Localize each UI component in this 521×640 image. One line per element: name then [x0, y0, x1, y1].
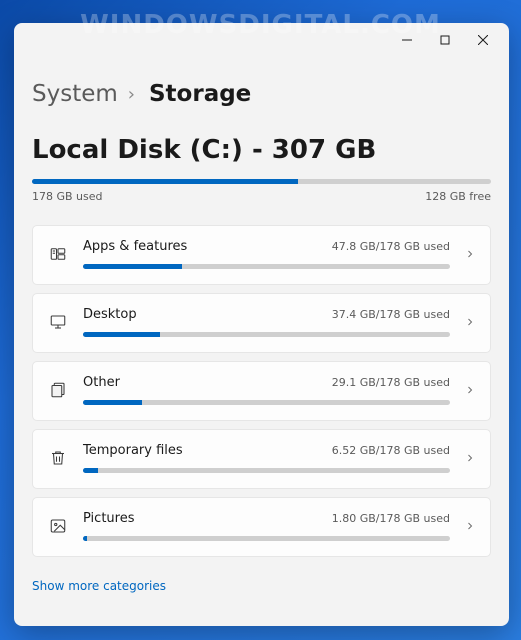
- breadcrumb: System › Storage: [32, 81, 491, 107]
- free-label: 128 GB free: [425, 190, 491, 203]
- category-bar: [83, 536, 450, 541]
- category-usage: 1.80 GB/178 GB used: [332, 512, 450, 525]
- category-bar-fill: [83, 264, 182, 269]
- disk-title: Local Disk (C:) - 307 GB: [32, 135, 491, 165]
- category-card[interactable]: Apps & features 47.8 GB/178 GB used: [32, 225, 491, 285]
- category-usage: 37.4 GB/178 GB used: [332, 308, 450, 321]
- category-bar-fill: [83, 468, 98, 473]
- watermark: WINDOWSDIGITAL.COM: [80, 10, 441, 40]
- category-usage: 29.1 GB/178 GB used: [332, 376, 450, 389]
- used-label: 178 GB used: [32, 190, 103, 203]
- other-icon: [47, 381, 69, 399]
- category-usage: 6.52 GB/178 GB used: [332, 444, 450, 457]
- show-more-categories-link[interactable]: Show more categories: [32, 579, 166, 593]
- overall-usage-bar: [32, 179, 491, 184]
- category-bar: [83, 332, 450, 337]
- category-bar-fill: [83, 400, 142, 405]
- chevron-right-icon: [464, 517, 476, 536]
- category-bar-fill: [83, 536, 87, 541]
- settings-window: System › Storage Local Disk (C:) - 307 G…: [14, 23, 509, 626]
- trash-icon: [47, 449, 69, 467]
- category-name: Temporary files: [83, 443, 183, 458]
- category-card[interactable]: Other 29.1 GB/178 GB used: [32, 361, 491, 421]
- chevron-right-icon: [464, 313, 476, 332]
- picture-icon: [47, 517, 69, 535]
- category-name: Apps & features: [83, 239, 187, 254]
- category-name: Desktop: [83, 307, 137, 322]
- chevron-right-icon: [464, 245, 476, 264]
- category-usage: 47.8 GB/178 GB used: [332, 240, 450, 253]
- category-bar: [83, 400, 450, 405]
- category-bar-fill: [83, 332, 160, 337]
- overall-usage-fill: [32, 179, 298, 184]
- overall-usage-labels: 178 GB used 128 GB free: [32, 190, 491, 203]
- apps-icon: [47, 245, 69, 263]
- chevron-right-icon: [464, 449, 476, 468]
- close-button[interactable]: [475, 32, 491, 48]
- chevron-right-icon: ›: [128, 84, 135, 105]
- category-bar: [83, 468, 450, 473]
- breadcrumb-parent[interactable]: System: [32, 81, 118, 107]
- maximize-icon: [440, 35, 450, 45]
- category-card[interactable]: Pictures 1.80 GB/178 GB used: [32, 497, 491, 557]
- category-card[interactable]: Temporary files 6.52 GB/178 GB used: [32, 429, 491, 489]
- category-bar: [83, 264, 450, 269]
- category-name: Pictures: [83, 511, 134, 526]
- chevron-right-icon: [464, 381, 476, 400]
- category-card[interactable]: Desktop 37.4 GB/178 GB used: [32, 293, 491, 353]
- category-name: Other: [83, 375, 120, 390]
- close-icon: [478, 35, 488, 45]
- desktop-icon: [47, 313, 69, 331]
- breadcrumb-current: Storage: [149, 81, 251, 107]
